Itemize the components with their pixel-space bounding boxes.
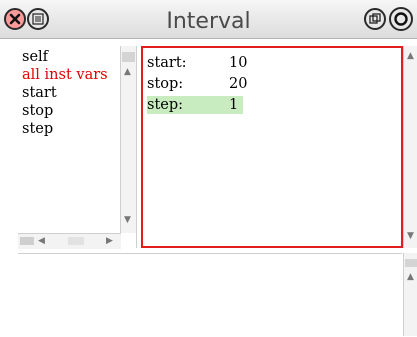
expand-icon bbox=[394, 12, 408, 26]
value-value: 1 bbox=[229, 97, 239, 113]
field-list[interactable]: self all inst vars start stop step bbox=[22, 48, 108, 138]
value-pane[interactable]: start: 10 stop: 20 step: 1 bbox=[141, 46, 403, 248]
field-list-item-selected[interactable]: all inst vars bbox=[22, 66, 108, 84]
field-list-pane[interactable]: self all inst vars start stop step ▲ ▼ bbox=[18, 46, 137, 248]
scrollbar-thumb[interactable] bbox=[122, 52, 135, 62]
value-value: 20 bbox=[229, 76, 248, 92]
field-list-item[interactable]: step bbox=[22, 120, 108, 138]
scroll-up-arrow-icon[interactable]: ▲ bbox=[124, 68, 131, 77]
scroll-right-arrow-icon[interactable]: ▶ bbox=[106, 237, 113, 246]
field-list-item[interactable]: stop bbox=[22, 102, 108, 120]
scroll-down-arrow-icon[interactable]: ▼ bbox=[407, 232, 414, 241]
value-key: step: bbox=[147, 97, 184, 113]
field-list-vertical-scrollbar[interactable]: ▲ ▼ bbox=[120, 46, 136, 233]
scrollbar-thumb[interactable] bbox=[20, 237, 34, 245]
code-pane[interactable] bbox=[18, 253, 402, 337]
field-list-item[interactable]: start bbox=[22, 84, 108, 102]
collapse-icon bbox=[369, 13, 381, 24]
value-row-highlighted[interactable]: step: 1 bbox=[147, 96, 243, 114]
field-list-horizontal-scrollbar[interactable]: ◀ ▶ bbox=[18, 233, 121, 249]
scrollbar-thumb[interactable] bbox=[405, 259, 417, 267]
title-bar[interactable]: Interval bbox=[0, 0, 417, 39]
value-pane-vertical-scrollbar[interactable]: ▲ ▼ bbox=[403, 46, 417, 248]
scrollbar-track-segment[interactable] bbox=[68, 237, 84, 245]
inspector-window: Interval self all inst vars start stop s… bbox=[0, 0, 417, 337]
code-pane-vertical-scrollbar[interactable]: ▲ bbox=[403, 253, 417, 336]
expand-button[interactable] bbox=[389, 7, 413, 31]
collapse-button[interactable] bbox=[364, 8, 386, 30]
value-value: 10 bbox=[229, 55, 248, 71]
scroll-down-arrow-icon[interactable]: ▼ bbox=[124, 216, 131, 225]
scroll-left-arrow-icon[interactable]: ◀ bbox=[38, 237, 45, 246]
field-list-item[interactable]: self bbox=[22, 48, 108, 66]
value-key: stop: bbox=[147, 76, 184, 92]
window-title: Interval bbox=[166, 9, 251, 34]
value-key: start: bbox=[147, 55, 187, 71]
scroll-up-arrow-icon[interactable]: ▲ bbox=[407, 273, 414, 282]
scroll-up-arrow-icon[interactable]: ▲ bbox=[407, 52, 414, 61]
